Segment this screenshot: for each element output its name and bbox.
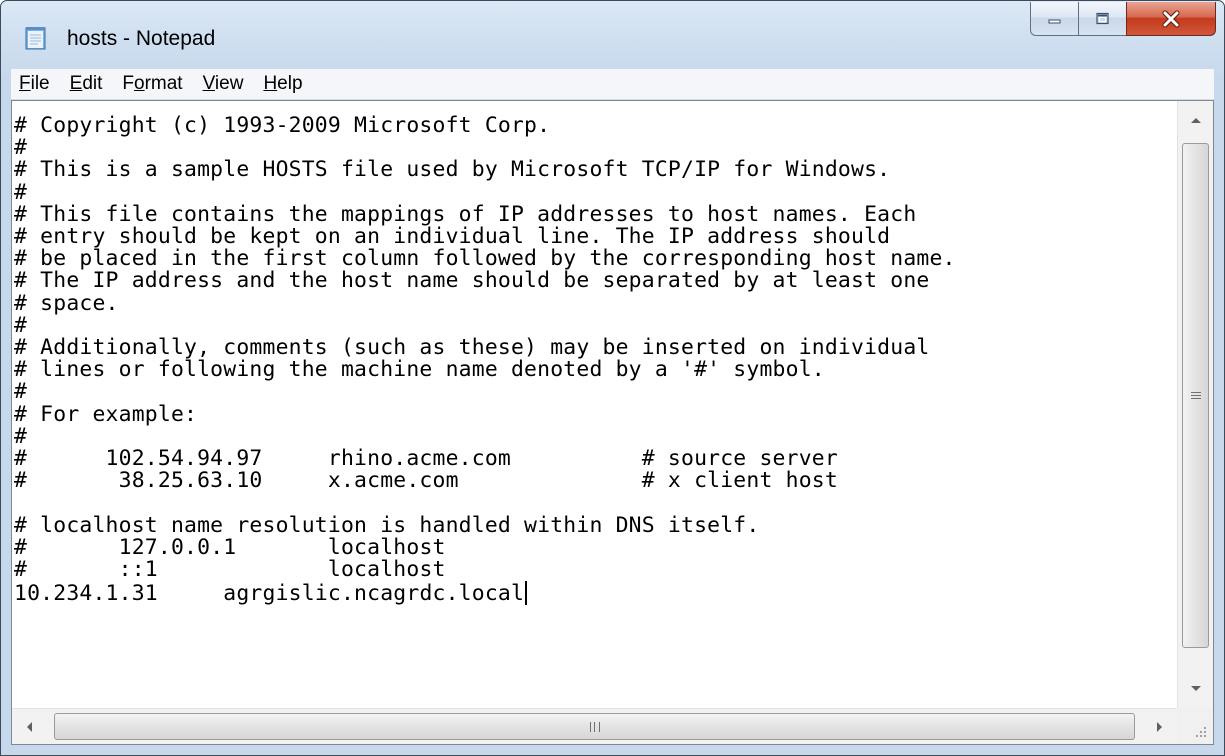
editor-line: # xyxy=(14,423,28,449)
menu-help[interactable]: Help xyxy=(253,69,312,99)
editor-line-last: 10.234.1.31 agrgislic.ncagrdc.local xyxy=(14,581,1177,607)
close-icon xyxy=(1162,10,1180,27)
title-bar[interactable]: hosts - Notepad xyxy=(1,1,1224,69)
grip-icon xyxy=(589,721,600,732)
text-editor[interactable]: # Copyright (c) 1993-2009 Microsoft Corp… xyxy=(12,101,1177,708)
editor-line: # entry should be kept on an individual … xyxy=(14,224,891,250)
editor-line: # 102.54.94.97 rhino.acme.com # source s… xyxy=(14,446,838,472)
editor-line: # 38.25.63.10 x.acme.com # x client host xyxy=(14,468,838,494)
vertical-scrollbar[interactable] xyxy=(1177,101,1213,708)
scroll-left-arrow-icon[interactable] xyxy=(27,722,32,732)
menu-edit[interactable]: Edit xyxy=(60,69,113,99)
scroll-right-arrow-icon[interactable] xyxy=(1157,722,1162,732)
scroll-down-arrow-icon[interactable] xyxy=(1191,686,1201,691)
editor-line: # The IP address and the host name shoul… xyxy=(14,268,930,294)
editor-line: # lines or following the machine name de… xyxy=(14,357,825,383)
menu-file[interactable]: File xyxy=(11,69,60,99)
grip-icon xyxy=(1190,391,1201,401)
menu-view[interactable]: View xyxy=(193,69,254,99)
editor-line: # Additionally, comments (such as these)… xyxy=(14,335,930,361)
editor-line: # ::1 localhost xyxy=(14,557,446,583)
menu-format[interactable]: Format xyxy=(112,69,192,99)
horizontal-scrollbar[interactable] xyxy=(12,708,1177,744)
window-title: hosts - Notepad xyxy=(67,27,216,50)
editor-line: # xyxy=(14,135,28,161)
editor-line: # 127.0.0.1 localhost xyxy=(14,534,446,560)
vertical-scroll-thumb[interactable] xyxy=(1182,143,1209,648)
resize-corner[interactable] xyxy=(1177,708,1213,744)
editor-last-line-text: 10.234.1.31 agrgislic.ncagrdc.local xyxy=(14,581,525,607)
caption-buttons xyxy=(1030,2,1216,38)
editor-line: # xyxy=(14,312,28,338)
editor-line: # be placed in the first column followed… xyxy=(14,246,956,272)
editor-line: # xyxy=(14,179,28,205)
editor-line: # xyxy=(14,379,28,405)
menu-bar: File Edit Format View Help xyxy=(11,69,1214,100)
maximize-icon xyxy=(1095,12,1109,24)
notepad-window: hosts - Notepad File Edit Format View He… xyxy=(0,0,1225,756)
editor-line: # Copyright (c) 1993-2009 Microsoft Corp… xyxy=(14,113,551,138)
scroll-up-arrow-icon[interactable] xyxy=(1191,118,1201,123)
notepad-icon[interactable] xyxy=(23,25,49,51)
maximize-button[interactable] xyxy=(1078,2,1126,36)
text-caret xyxy=(525,581,528,606)
editor-line: # space. xyxy=(14,290,119,316)
editor-line: # For example: xyxy=(14,401,198,427)
horizontal-scroll-thumb[interactable] xyxy=(54,713,1135,740)
editor-frame: # Copyright (c) 1993-2009 Microsoft Corp… xyxy=(11,100,1214,745)
editor-line: # This is a sample HOSTS file used by Mi… xyxy=(14,157,891,183)
editor-line: # This file contains the mappings of IP … xyxy=(14,201,917,227)
minimize-icon xyxy=(1048,19,1060,23)
size-grip-icon[interactable] xyxy=(1193,724,1207,738)
editor-line: # localhost name resolution is handled w… xyxy=(14,512,760,538)
close-button[interactable] xyxy=(1126,2,1216,36)
minimize-button[interactable] xyxy=(1030,2,1078,36)
